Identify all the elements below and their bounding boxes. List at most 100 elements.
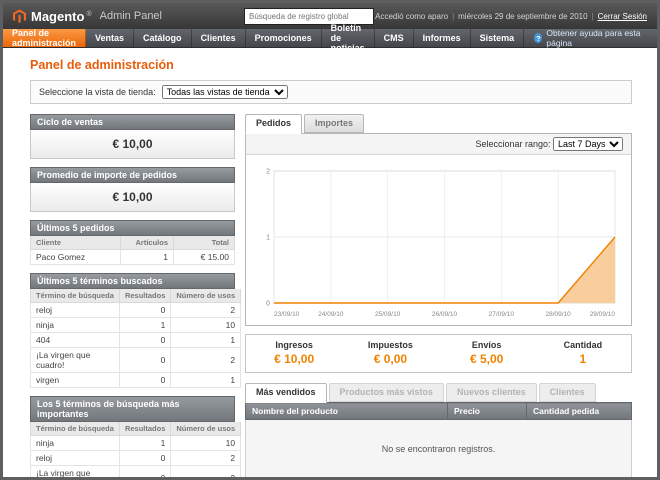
svg-text:2: 2 — [266, 169, 270, 176]
page-title: Panel de administración — [30, 58, 632, 72]
column-header: Término de búsqueda — [31, 422, 120, 436]
main-nav: Panel de administraciónVentasCatálogoCli… — [3, 29, 657, 48]
column-header: Artículos — [121, 236, 174, 250]
nav-item-promociones[interactable]: Promociones — [246, 29, 322, 47]
range-bar: Seleccionar rango: Last 7 Days — [246, 134, 631, 155]
logged-in-as: Accedió como aparo — [375, 12, 448, 21]
range-label: Seleccionar rango: — [475, 139, 550, 149]
svg-text:28/09/10: 28/09/10 — [546, 311, 572, 318]
table-row: 40401 — [31, 333, 241, 348]
svg-text:1: 1 — [266, 235, 270, 242]
nav-item-sistema[interactable]: Sistema — [471, 29, 525, 47]
main-nav-items: Panel de administraciónVentasCatálogoCli… — [3, 29, 524, 47]
diagram-tabs: PedidosImportes — [245, 114, 632, 133]
orders-chart-panel: Seleccionar rango: Last 7 Days 0 1 2 23/09/… — [245, 133, 632, 326]
total-value: € 5,00 — [439, 352, 535, 366]
nav-item-clientes[interactable]: Clientes — [192, 29, 246, 47]
tab-productos-mas-vistos[interactable]: Productos más vistos — [329, 383, 445, 402]
column-header: Número de usos — [171, 422, 241, 436]
total-envios: Envíos € 5,00 — [439, 340, 535, 366]
table-row: ¡La virgen que cuadro!02 — [31, 348, 241, 373]
page-help-link[interactable]: ? Obtener ayuda para esta página — [524, 29, 657, 47]
svg-text:25/09/10: 25/09/10 — [375, 311, 401, 318]
store-view-select[interactable]: Todas las vistas de tienda — [162, 85, 288, 99]
total-cantidad: Cantidad 1 — [535, 340, 631, 366]
total-impuestos: Impuestos€ 0,00 — [342, 340, 438, 366]
totals-row: Ingresos€ 10,00Impuestos€ 0,00Envíos € 5,… — [245, 334, 632, 373]
nav-item-ventas[interactable]: Ventas — [86, 29, 134, 47]
tab-nuevos-clientes[interactable]: Nuevos clientes — [446, 383, 537, 402]
box-title: Ciclo de ventas — [30, 114, 235, 130]
nav-item-cms[interactable]: CMS — [375, 29, 414, 47]
last-orders-box: Últimos 5 pedidos ClienteArtículosTotal … — [30, 220, 235, 265]
magento-logo: Magento ® Admin Panel — [13, 9, 203, 24]
total-label: Envíos — [439, 340, 535, 350]
average-orders-box: Promedio de importe de pedidos € 10,00 — [30, 167, 235, 212]
range-select[interactable]: Last 7 Days — [553, 137, 623, 151]
products-table: Nombre del productoPrecioCantidad pedida — [245, 402, 632, 420]
logout-link[interactable]: Cerrar Sesión — [598, 12, 647, 21]
lifetime-sales-box: Ciclo de ventas € 10,00 — [30, 114, 235, 159]
separator: | — [592, 12, 594, 21]
column-header: Nombre del producto — [246, 403, 448, 420]
empty-grid-message: No se encontraron registros. — [245, 420, 632, 479]
tab-importes[interactable]: Importes — [304, 114, 364, 133]
help-label: Obtener ayuda para esta página — [546, 28, 647, 48]
svg-text:0: 0 — [266, 301, 270, 308]
total-value: € 0,00 — [342, 352, 438, 366]
nav-item-catalogo[interactable]: Catálogo — [134, 29, 192, 47]
nav-item-informes[interactable]: Informes — [414, 29, 471, 47]
separator: | — [452, 12, 454, 21]
tab-mas-vendidos[interactable]: Más vendidos — [245, 383, 327, 403]
average-orders-value: € 10,00 — [30, 183, 235, 212]
svg-text:26/09/10: 26/09/10 — [432, 311, 458, 318]
chart-area: 0 1 2 23/09/10 24/09/10 25/09/10 26/09/10 27/09… — [246, 155, 631, 325]
total-label: Cantidad — [535, 340, 631, 350]
bestsellers-grid: Nombre del productoPrecioCantidad pedida… — [245, 402, 632, 479]
svg-text:27/09/10: 27/09/10 — [489, 311, 515, 318]
box-title: Últimos 5 pedidos — [30, 220, 235, 236]
grid-tabs: Más vendidosProductos más vistosNuevos c… — [245, 383, 632, 402]
header-date: miércoles 29 de septiembre de 2010 — [458, 12, 587, 21]
top-search-terms-box: Los 5 términos de búsqueda más important… — [30, 396, 235, 480]
admin-window: Magento ® Admin Panel Accedió como aparo… — [0, 0, 660, 480]
svg-text:24/09/10: 24/09/10 — [318, 311, 344, 318]
svg-text:23/09/10: 23/09/10 — [274, 311, 300, 318]
session-info: Accedió como aparo | miércoles 29 de sep… — [415, 12, 647, 21]
logo-text: Magento — [31, 9, 84, 24]
dashboard-columns: Ciclo de ventas € 10,00 Promedio de impo… — [30, 114, 632, 480]
store-view-switcher: Seleccione la vista de tienda: Todas las… — [30, 80, 632, 104]
table-row: ninja110 — [31, 436, 241, 451]
page-content: Panel de administración Seleccione la vi… — [3, 48, 657, 480]
last-search-terms-box: Últimos 5 términos buscados Término de b… — [30, 273, 235, 388]
table-row: Paco Gomez1€ 15.00 — [31, 250, 235, 265]
last-orders-table: ClienteArtículosTotal Paco Gomez1€ 15.00 — [30, 236, 235, 265]
box-title: Últimos 5 términos buscados — [30, 273, 235, 289]
lifetime-sales-value: € 10,00 — [30, 130, 235, 159]
box-title: Promedio de importe de pedidos — [30, 167, 235, 183]
tab-clientes[interactable]: Clientes — [539, 383, 596, 402]
column-header: Resultados — [119, 289, 170, 303]
column-header: Número de usos — [171, 289, 241, 303]
last-search-terms-table: Término de búsquedaResultadosNúmero de u… — [30, 289, 241, 388]
help-icon: ? — [534, 33, 542, 43]
global-search-input[interactable] — [244, 8, 374, 25]
table-row: ninja110 — [31, 318, 241, 333]
table-row: reloj02 — [31, 451, 241, 466]
store-view-label: Seleccione la vista de tienda: — [39, 87, 156, 97]
total-ingresos: Ingresos€ 10,00 — [246, 340, 342, 366]
box-title: Los 5 términos de búsqueda más important… — [30, 396, 235, 422]
magento-logo-icon — [13, 9, 26, 24]
orders-chart-svg: 0 1 2 23/09/10 24/09/10 25/09/10 26/09/10 27/09… — [254, 163, 623, 321]
column-header: Precio — [448, 403, 527, 420]
column-header: Cliente — [31, 236, 121, 250]
total-value: 1 — [535, 352, 631, 366]
logo-registered-mark: ® — [86, 11, 91, 18]
column-header: Total — [174, 236, 235, 250]
column-header: Cantidad pedida — [527, 403, 632, 420]
nav-item-boletin-de-noticias[interactable]: Boletín de noticias — [322, 29, 375, 47]
svg-text:29/09/10: 29/09/10 — [590, 311, 616, 318]
tab-pedidos[interactable]: Pedidos — [245, 114, 302, 134]
total-value: € 10,00 — [246, 352, 342, 366]
nav-item-panel-de-administracion[interactable]: Panel de administración — [3, 29, 86, 47]
